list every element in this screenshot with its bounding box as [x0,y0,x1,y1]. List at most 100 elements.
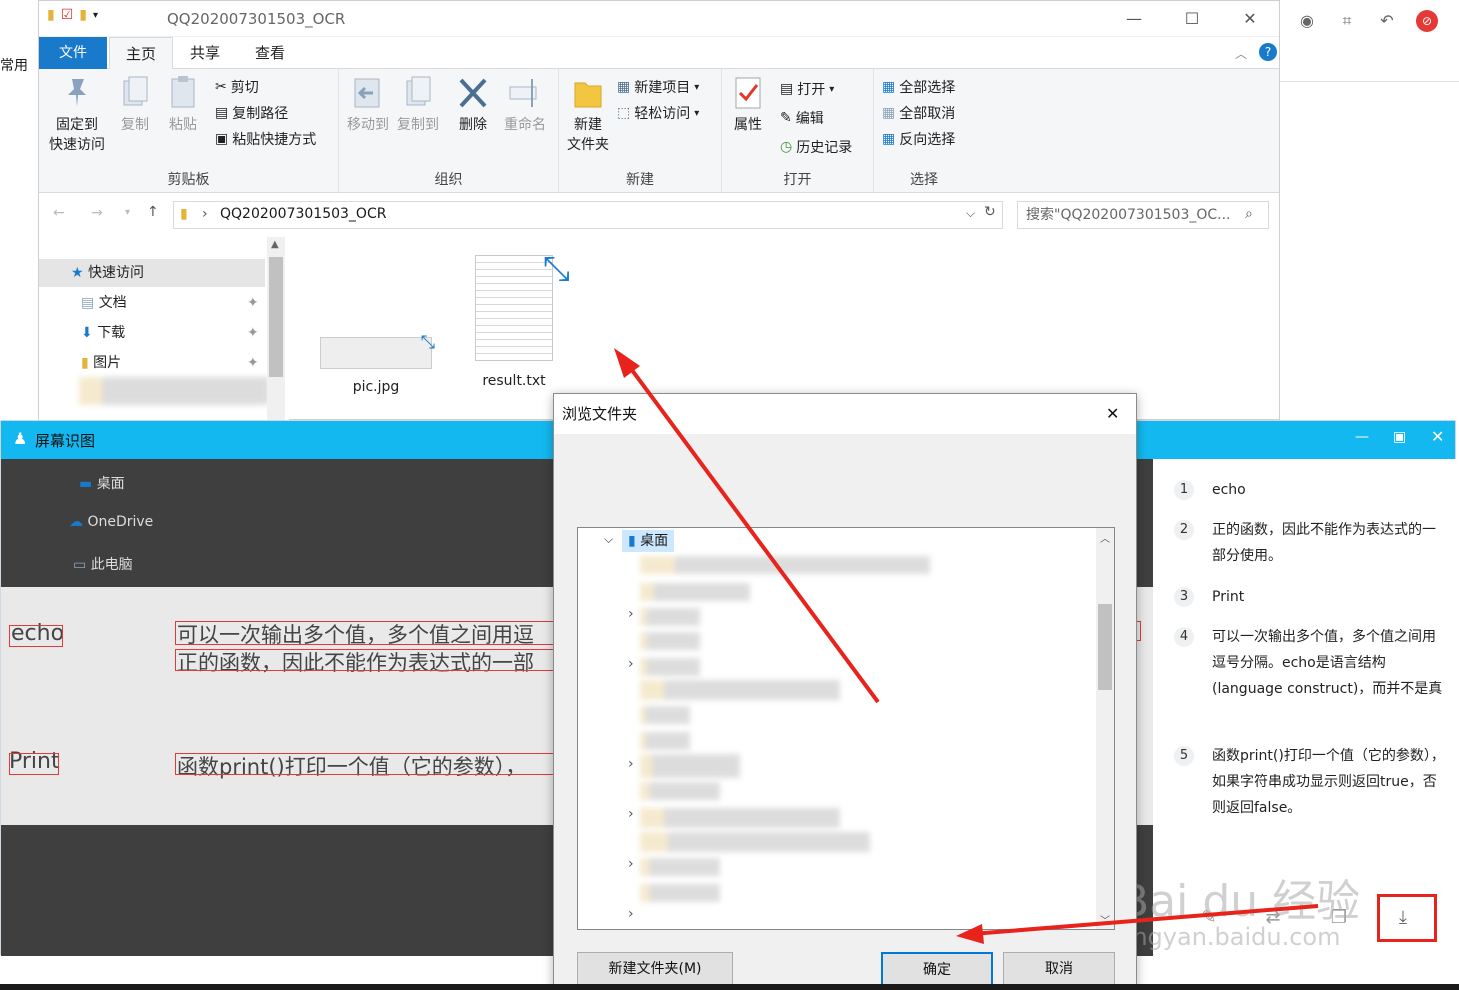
new-folder-qat-icon[interactable]: ▮ [79,7,87,23]
close-button[interactable]: ✕ [1227,5,1273,33]
cancel-button[interactable]: 取消 [1003,952,1115,986]
scroll-down-icon[interactable]: ﹀ [1100,912,1110,927]
desktop-folder-icon: ▮ [628,533,636,549]
result-item[interactable]: 1 echo [1174,477,1446,503]
collapse-ribbon-icon[interactable]: ︿ [1235,45,1247,62]
help-icon[interactable]: ? [1259,43,1277,61]
rename-icon [509,79,537,107]
select-group: ▦ 全部选择 ▦ 全部取消 ▦ 反向选择 选择 [874,69,974,193]
easy-access-button[interactable]: ⬚ 轻松访问 ▾ [617,101,699,125]
documents-icon: ▤ [81,295,95,311]
file-pic-jpg[interactable]: ⤡ pic.jpg [309,301,443,395]
tab-view[interactable]: 查看 [239,37,301,69]
breadcrumb[interactable]: QQ202007301503_OCR [220,206,386,222]
tab-file[interactable]: 文件 [39,37,107,69]
scroll-thumb[interactable] [1098,604,1112,690]
paste-shortcut-button[interactable]: ▣ 粘贴快捷方式 [215,127,316,151]
properties-label: 属性 [734,117,762,133]
browser-bookmarks-strip: 常用 [0,0,38,82]
result-item[interactable]: 5 函数print()打印一个值（它的参数），如果字符串成功显示则返回true，否… [1174,743,1446,821]
tree-scrollbar[interactable]: ︿ ﹀ [1096,528,1114,929]
blurred-tree-item [640,732,690,750]
new-folder-button[interactable]: 新建 文件夹 [563,75,613,155]
nav-quick-access[interactable]: ★ 快速访问 [39,259,265,287]
result-item[interactable]: 3 Print [1174,584,1446,610]
scroll-thumb[interactable] [269,257,283,377]
invert-selection-button[interactable]: ▦ 反向选择 [882,127,955,151]
maximize-button[interactable]: ☐ [1169,5,1215,33]
back-icon[interactable]: ← [53,205,65,221]
chevron-down-icon[interactable]: ⌵ [966,206,975,221]
minimize-button[interactable]: — [1355,429,1369,445]
minimize-button[interactable]: — [1111,5,1157,33]
maximize-button[interactable]: ▣ [1393,429,1406,445]
expand-chevron-icon[interactable]: › [628,906,634,922]
expand-chevron-icon[interactable]: › [628,656,634,672]
tab-home[interactable]: 主页 [109,37,174,70]
file-name: result.txt [482,373,546,389]
undo-icon[interactable]: ↶ [1376,10,1398,32]
select-none-button[interactable]: ▦ 全部取消 [882,101,955,125]
tab-share[interactable]: 共享 [174,37,236,69]
copy-button[interactable]: 复制 [115,75,155,135]
scissors-icon: ✂ [215,79,227,95]
search-icon[interactable]: ⌕ [1245,206,1253,222]
copy-path-button[interactable]: ▤ 复制路径 [215,101,288,125]
delete-button[interactable]: 删除 [453,75,493,135]
new-folder-button[interactable]: 新建文件夹(M) [577,952,733,986]
move-to-button[interactable]: 移动到 [345,75,391,135]
qat-dropdown-icon[interactable]: ▾ [93,10,98,21]
highlight-box [1377,894,1437,942]
close-button[interactable]: ✕ [1431,427,1444,446]
pin-icon: ✦ [247,325,259,341]
expand-chevron-icon[interactable]: › [628,806,634,822]
expand-chevron-icon[interactable]: › [628,756,634,772]
paste-button[interactable]: 粘贴 [163,75,203,135]
chevron-down-icon[interactable]: ⌵ [604,532,613,547]
nav-documents[interactable]: ▤ 文档 ✦ [39,289,265,317]
edit-button[interactable]: ✎ 编辑 [780,106,824,130]
open-button[interactable]: ▤ 打开 ▾ [780,77,834,101]
nav-scrollbar[interactable]: ▲ [267,237,285,421]
select-all-button[interactable]: ▦ 全部选择 [882,75,955,99]
result-item[interactable]: 4 可以一次输出多个值，多个值之间用逗号分隔。echo是语言结构(language… [1174,624,1446,702]
rename-button[interactable]: 重命名 [499,75,551,135]
close-button[interactable]: ✕ [1106,394,1119,434]
image-thumbnail: ⤡ [320,332,435,369]
open-icon: ▤ [780,81,794,97]
history-button[interactable]: ◷ 历史记录 [780,135,852,159]
tree-item-desktop[interactable]: ▮ 桌面 [622,530,675,552]
cut-button[interactable]: ✂ 剪切 [215,75,259,99]
properties-button[interactable]: 属性 [728,75,768,135]
pin-quick-access-button[interactable]: 固定到 快速访问 [45,75,109,155]
ok-button[interactable]: 确定 [881,952,993,986]
nav-downloads[interactable]: ⬇ 下载 ✦ [39,319,265,347]
folder-tree[interactable]: ⌵ ▮ 桌面 › › › › › › ︿ ﹀ [577,527,1115,930]
account-icon[interactable]: ◉ [1296,10,1318,32]
watermark-logo: Bai du 经验 [1119,876,1361,927]
nav-quick-access-label: 快速访问 [88,265,145,281]
expand-chevron-icon[interactable]: › [628,856,634,872]
delete-label: 删除 [459,117,487,133]
new-item-button[interactable]: ▦ 新建项目 ▾ [617,75,699,99]
file-explorer-window: ▮ ☑ ▮ ▾ QQ202007301503_OCR — ☐ ✕ 文件 主页 共… [38,0,1280,421]
file-result-txt[interactable]: ⤡ result.txt [459,252,570,389]
nav-pictures[interactable]: ▮ 图片 ✦ [39,349,265,377]
search-input[interactable]: 搜索"QQ202007301503_OC... [1017,201,1269,229]
expand-chevron-icon[interactable]: › [628,606,634,622]
copy-to-button[interactable]: 复制到 [395,75,441,135]
address-field[interactable]: ▮ › QQ202007301503_OCR ⌵ ↻ [173,201,1003,229]
scroll-up-icon[interactable]: ︿ [1100,530,1110,545]
up-icon[interactable]: ↑ [147,204,159,220]
properties-qat-icon[interactable]: ☑ [61,7,74,23]
forward-icon[interactable]: → [91,205,103,221]
adblock-icon[interactable]: ⊘ [1416,10,1438,32]
crop-icon[interactable]: ⌗ [1336,10,1358,32]
result-item[interactable]: 2 正的函数，因此不能作为表达式的一部分使用。 [1174,517,1446,569]
scroll-up-icon[interactable]: ▲ [271,239,279,250]
recent-dropdown-icon[interactable]: ▾ [125,207,130,218]
bookmark-label[interactable]: 常用 [0,55,28,75]
refresh-icon[interactable]: ↻ [984,204,996,220]
new-folder-label-2: 文件夹 [567,137,609,153]
folder-icon: ▮ [47,7,55,23]
